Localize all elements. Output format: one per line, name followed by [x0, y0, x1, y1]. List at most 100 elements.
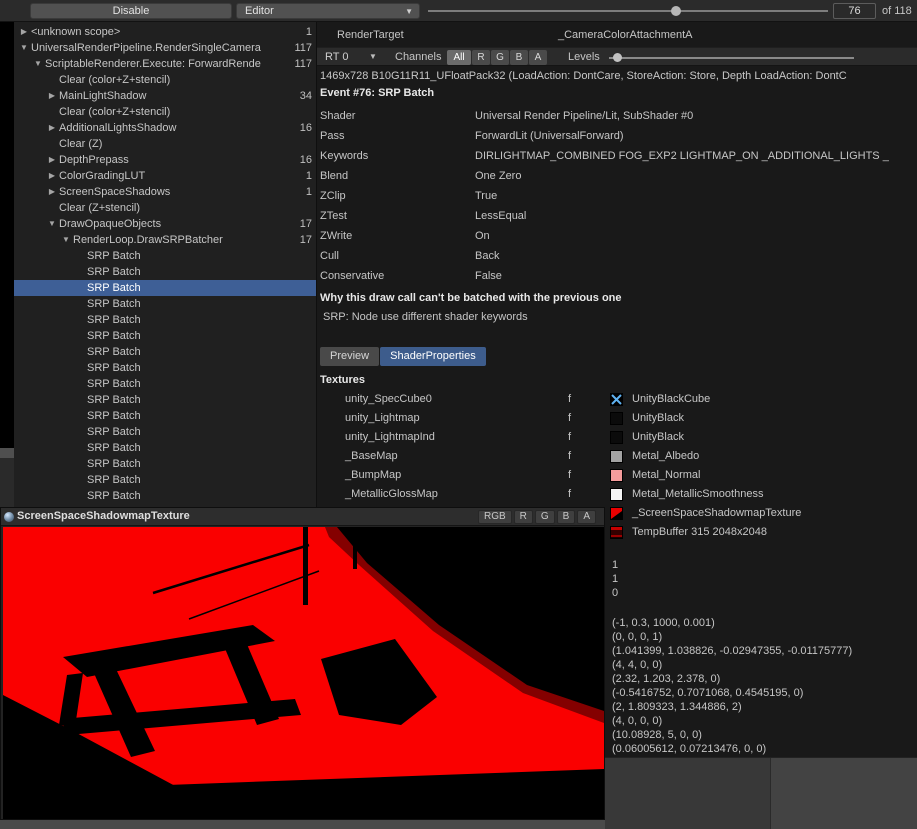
tab-shaderproperties[interactable]: ShaderProperties	[380, 347, 486, 366]
foldout-collapsed-icon[interactable]: ▶	[18, 24, 30, 40]
foldout-collapsed-icon[interactable]: ▶	[46, 88, 58, 104]
foldout-expanded-icon[interactable]: ▼	[60, 232, 72, 248]
preview-channel-button-r[interactable]: R	[514, 510, 533, 524]
texture-swatch[interactable]	[610, 393, 623, 406]
property-label: Conservative	[320, 266, 384, 286]
render-target-toolbar: RT 0 ▼ Channels AllRGBA Levels	[317, 47, 917, 66]
foldout-expanded-icon[interactable]: ▼	[46, 216, 58, 232]
tree-row-screenspaceshadows[interactable]: ▶ScreenSpaceShadows1	[14, 184, 316, 200]
foldout-collapsed-icon[interactable]: ▶	[46, 168, 58, 184]
tree-row-clear-color-z-stencil[interactable]: Clear (color+Z+stencil)	[14, 104, 316, 120]
tree-row-mainlightshadow[interactable]: ▶MainLightShadow34	[14, 88, 316, 104]
detail-tabs: PreviewShaderProperties	[320, 347, 486, 366]
tree-item-label: SRP Batch	[87, 456, 290, 472]
preview-channel-button-a[interactable]: A	[577, 510, 596, 524]
tree-row-srp-batch[interactable]: SRP Batch	[14, 264, 316, 280]
tree-item-count: 117	[294, 56, 312, 72]
frame-debugger-toolbar: Disable Editor ▼ 76 of 118	[0, 0, 917, 22]
tree-row-srp-batch[interactable]: SRP Batch	[14, 376, 316, 392]
foldout-expanded-icon[interactable]: ▼	[32, 56, 44, 72]
background-panel-block	[770, 758, 917, 829]
tree-row-srp-batch[interactable]: SRP Batch	[14, 312, 316, 328]
property-row-ztest: ZTestLessEqual	[317, 206, 917, 226]
tree-row-depthprepass[interactable]: ▶DepthPrepass16	[14, 152, 316, 168]
levels-slider-thumb[interactable]	[613, 53, 622, 62]
tree-row-additionallightsshadow[interactable]: ▶AdditionalLightsShadow16	[14, 120, 316, 136]
tree-row-srp-batch[interactable]: SRP Batch	[14, 392, 316, 408]
foldout-collapsed-icon[interactable]: ▶	[46, 152, 58, 168]
texture-swatch[interactable]	[610, 431, 623, 444]
foldout-collapsed-icon[interactable]: ▶	[46, 184, 58, 200]
vector-value: (10.08928, 5, 0, 0)	[612, 728, 852, 742]
property-value: One Zero	[475, 166, 917, 186]
preview-channel-button-g[interactable]: G	[535, 510, 555, 524]
preview-titlebar[interactable]: ScreenSpaceShadowmapTexture RGBRGBA	[1, 508, 604, 526]
tree-row-srp-batch[interactable]: SRP Batch	[14, 248, 316, 264]
frame-slider-thumb[interactable]	[671, 6, 681, 16]
disable-button[interactable]: Disable	[30, 3, 232, 19]
property-row-cull: CullBack	[317, 246, 917, 266]
tree-row-clear-z-stencil[interactable]: Clear (Z+stencil)	[14, 200, 316, 216]
texture-swatch[interactable]	[610, 450, 623, 463]
frame-slider-track[interactable]	[428, 10, 828, 12]
tree-row-drawopaqueobjects[interactable]: ▼DrawOpaqueObjects17	[14, 216, 316, 232]
tree-row-colorgradinglut[interactable]: ▶ColorGradingLUT1	[14, 168, 316, 184]
channel-button-g[interactable]: G	[491, 50, 509, 65]
tree-item-count: 17	[300, 232, 312, 248]
levels-slider-track[interactable]	[609, 57, 854, 59]
texture-swatch[interactable]	[610, 488, 623, 501]
tree-row-universalrenderpipeline-rendersinglecamera[interactable]: ▼UniversalRenderPipeline.RenderSingleCam…	[14, 40, 316, 56]
texture-row: _MetallicGlossMapfMetal_MetallicSmoothne…	[317, 485, 917, 504]
tree-row-srp-batch[interactable]: SRP Batch	[14, 280, 316, 296]
frame-number-field[interactable]: 76	[833, 3, 876, 19]
texture-swatch[interactable]	[610, 412, 623, 425]
foldout-collapsed-icon[interactable]: ▶	[46, 120, 58, 136]
texture-swatch[interactable]	[610, 526, 623, 539]
tree-row-srp-batch[interactable]: SRP Batch	[14, 424, 316, 440]
texture-value: Metal_Albedo	[632, 447, 699, 466]
property-label: Keywords	[320, 146, 368, 166]
vector-value: (0.06005612, 0.07213476, 0, 0)	[612, 742, 852, 756]
texture-row: unity_LightmapIndfUnityBlack	[317, 428, 917, 447]
preview-channel-button-rgb[interactable]: RGB	[478, 510, 512, 524]
channel-button-r[interactable]: R	[472, 50, 490, 65]
property-row-shader: ShaderUniversal Render Pipeline/Lit, Sub…	[317, 106, 917, 126]
vector-value: (2, 1.809323, 1.344886, 2)	[612, 700, 852, 714]
rt-dropdown[interactable]: RT 0 ▼	[321, 48, 387, 67]
channel-button-b[interactable]: B	[510, 50, 528, 65]
tree-row-srp-batch[interactable]: SRP Batch	[14, 408, 316, 424]
tree-row-srp-batch[interactable]: SRP Batch	[14, 488, 316, 504]
tree-item-label: SRP Batch	[87, 392, 290, 408]
tree-row-unknown-scope[interactable]: ▶<unknown scope>1	[14, 24, 316, 40]
tree-row-srp-batch[interactable]: SRP Batch	[14, 440, 316, 456]
tree-item-label: SRP Batch	[87, 344, 290, 360]
tree-row-srp-batch[interactable]: SRP Batch	[14, 360, 316, 376]
property-value: LessEqual	[475, 206, 917, 226]
tree-row-srp-batch[interactable]: SRP Batch	[14, 472, 316, 488]
tree-row-scriptablerenderer-execute-forwardrende[interactable]: ▼ScriptableRenderer.Execute: ForwardRend…	[14, 56, 316, 72]
tree-row-srp-batch[interactable]: SRP Batch	[14, 344, 316, 360]
channel-button-a[interactable]: A	[529, 50, 547, 65]
texture-swatch[interactable]	[610, 507, 623, 520]
texture-value: UnityBlackCube	[632, 390, 710, 409]
texture-swatch[interactable]	[610, 469, 623, 482]
shader-state-properties: ShaderUniversal Render Pipeline/Lit, Sub…	[317, 106, 917, 286]
tree-row-clear-color-z-stencil[interactable]: Clear (color+Z+stencil)	[14, 72, 316, 88]
preview-channel-button-b[interactable]: B	[557, 510, 576, 524]
tree-item-count: 117	[294, 40, 312, 56]
tree-item-label: DepthPrepass	[59, 152, 290, 168]
tree-row-srp-batch[interactable]: SRP Batch	[14, 328, 316, 344]
tree-item-label: SRP Batch	[87, 264, 290, 280]
tree-item-count: 16	[300, 120, 312, 136]
property-value: Back	[475, 246, 917, 266]
frame-total-label: of 118	[882, 0, 912, 22]
texture-row: unity_SpecCube0fUnityBlackCube	[317, 390, 917, 409]
tree-row-renderloop-drawsrpbatcher[interactable]: ▼RenderLoop.DrawSRPBatcher17	[14, 232, 316, 248]
tree-row-clear-z[interactable]: Clear (Z)	[14, 136, 316, 152]
foldout-expanded-icon[interactable]: ▼	[18, 40, 30, 56]
tree-row-srp-batch[interactable]: SRP Batch	[14, 296, 316, 312]
tree-row-srp-batch[interactable]: SRP Batch	[14, 456, 316, 472]
channel-button-all[interactable]: All	[447, 50, 471, 65]
editor-dropdown[interactable]: Editor ▼	[236, 3, 420, 19]
tab-preview[interactable]: Preview	[320, 347, 379, 366]
